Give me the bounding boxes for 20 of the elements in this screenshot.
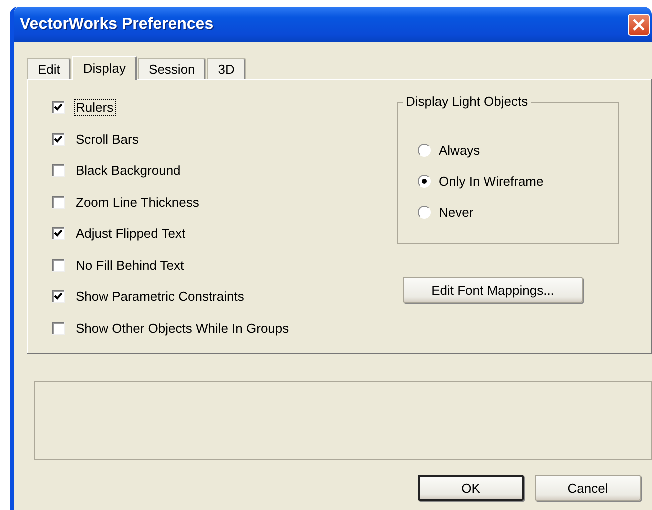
- group-title: Display Light Objects: [403, 94, 532, 109]
- checkbox-label: Show Parametric Constraints: [75, 288, 246, 306]
- checkbox-label: Scroll Bars: [75, 130, 140, 148]
- radio-label: Never: [439, 205, 474, 220]
- radio-label: Always: [439, 143, 480, 158]
- checkbox-label: Show Other Objects While In Groups: [75, 320, 290, 337]
- checkbox-label: No Fill Behind Text: [75, 256, 186, 274]
- checkbox-label: Black Background: [75, 162, 182, 180]
- tab[interactable]: Edit: [27, 58, 72, 79]
- tab[interactable]: Display: [72, 56, 138, 80]
- dialog-button[interactable]: OK: [418, 475, 524, 501]
- edit-font-mappings-button[interactable]: Edit Font Mappings...: [403, 277, 583, 303]
- checkbox-label: Zoom Line Thickness: [75, 194, 200, 211]
- checkbox-label: Adjust Flipped Text: [75, 225, 187, 242]
- radio-label: Only In Wireframe: [439, 174, 544, 189]
- checkbox-label: Rulers: [74, 99, 116, 116]
- tab[interactable]: 3D: [207, 58, 246, 79]
- window-title: VectorWorks Preferences: [20, 16, 214, 34]
- tab[interactable]: Session: [138, 58, 206, 79]
- dialog-button[interactable]: Cancel: [535, 475, 641, 501]
